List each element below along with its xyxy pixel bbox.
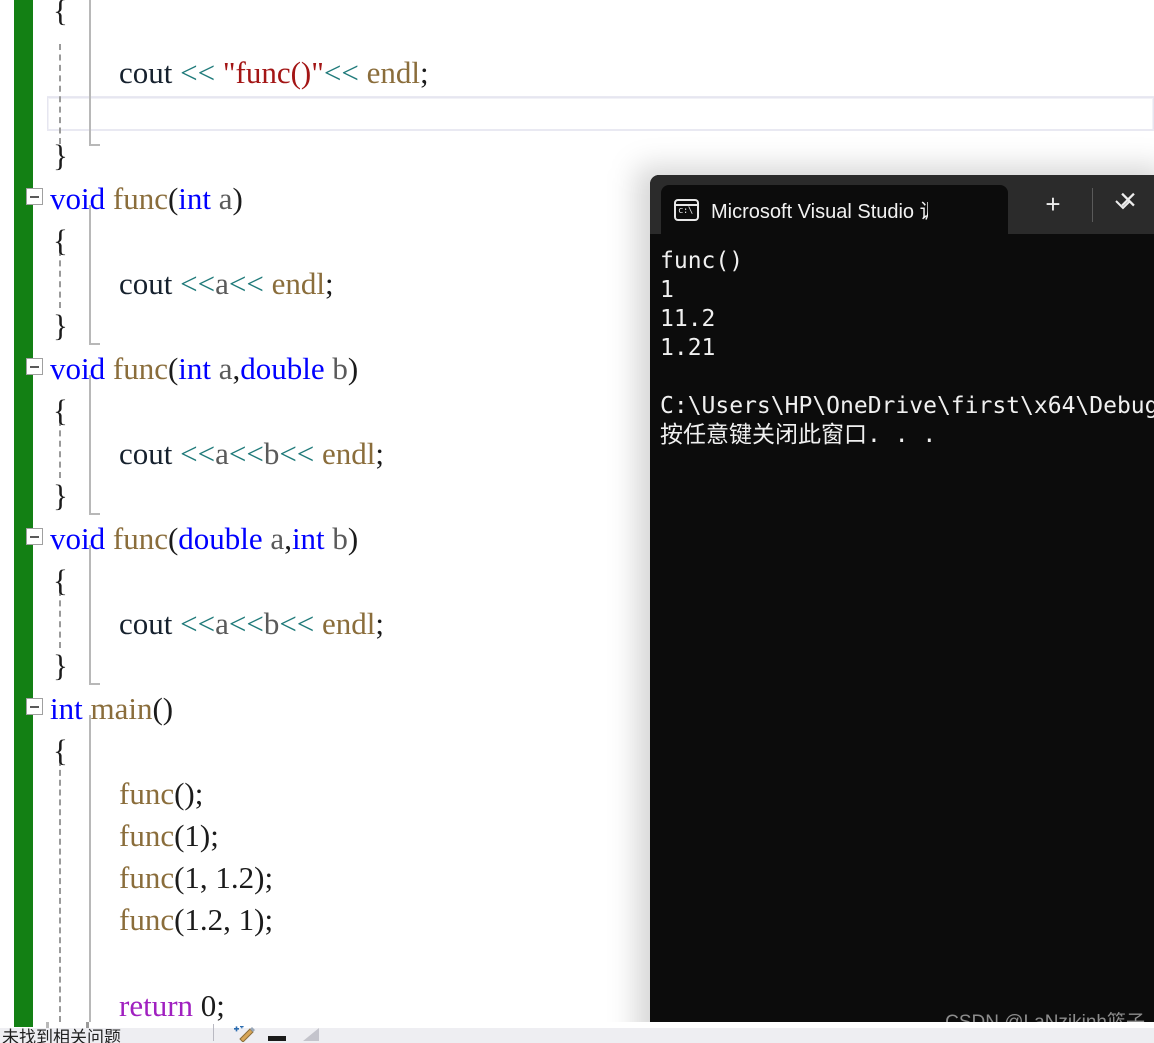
code-line-8[interactable]: } <box>53 303 68 348</box>
new-tab-icon[interactable]: + <box>1040 191 1066 218</box>
magic-wand-icon[interactable] <box>233 1024 259 1043</box>
code-line-7[interactable]: cout <<a<< endl; <box>119 261 334 306</box>
code-line-2[interactable]: cout << "func()"<< endl; <box>119 50 429 95</box>
code-line-24[interactable]: return 0; <box>119 983 225 1022</box>
console-window[interactable]: Microsoft Visual Studio 调试控 ✕ + func() 1… <box>650 175 1154 1043</box>
console-titlebar[interactable]: Microsoft Visual Studio 调试控 ✕ + <box>650 175 1154 234</box>
code-line-5[interactable]: void func(int a) <box>50 176 243 221</box>
code-line-13[interactable]: void func(double a,int b) <box>50 516 358 561</box>
console-tab-title: Microsoft Visual Studio 调试控 <box>711 201 928 223</box>
code-line-10[interactable]: { <box>53 388 68 433</box>
status-message: 未找到相关问题 <box>2 1028 121 1043</box>
screenshot-root: { cout << "func()"<< endl; } void func(i… <box>0 0 1154 1043</box>
status-dash-icon <box>268 1036 286 1041</box>
console-tab[interactable]: Microsoft Visual Studio 调试控 <box>661 185 1008 234</box>
status-strip-right <box>120 1022 1154 1028</box>
code-line-18[interactable]: { <box>53 728 68 773</box>
code-line-16[interactable]: } <box>53 643 68 688</box>
status-divider <box>213 1024 214 1041</box>
code-line-11[interactable]: cout <<a<<b<< endl; <box>119 431 384 476</box>
code-line-19[interactable]: func(); <box>119 771 203 816</box>
console-output: func() 1 11.2 1.21 C:\Users\HP\OneDrive\… <box>660 248 1154 448</box>
code-line-12[interactable]: } <box>53 473 68 518</box>
code-line-4[interactable]: } <box>53 133 68 178</box>
chevron-down-icon[interactable] <box>1110 194 1136 216</box>
code-line-21[interactable]: func(1, 1.2); <box>119 855 273 900</box>
code-line-20[interactable]: func(1); <box>119 813 219 858</box>
code-line-15[interactable]: cout <<a<<b<< endl; <box>119 601 384 646</box>
titlebar-divider <box>1092 188 1093 222</box>
code-line-1[interactable]: { <box>53 0 68 33</box>
code-line-22[interactable]: func(1.2, 1); <box>119 897 273 942</box>
status-resize-grip[interactable] <box>303 1028 319 1041</box>
code-line-17[interactable]: int main() <box>50 686 173 731</box>
code-line-6[interactable]: { <box>53 218 68 263</box>
code-line-14[interactable]: { <box>53 558 68 603</box>
terminal-icon <box>674 198 699 221</box>
status-bar: 未找到相关问题 <box>0 1022 1154 1043</box>
code-line-9[interactable]: void func(int a,double b) <box>50 346 358 391</box>
